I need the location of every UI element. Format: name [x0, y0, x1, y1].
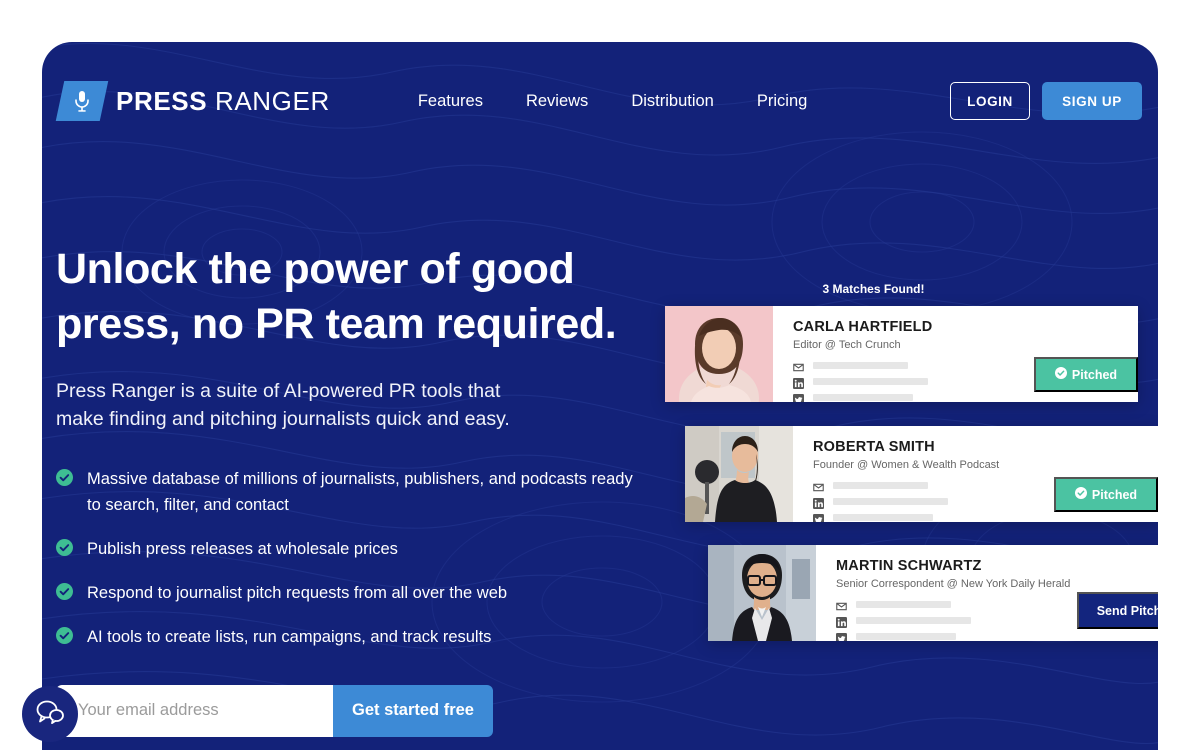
- brand-name-light: RANGER: [214, 86, 330, 116]
- email-signup-form: Get started free: [56, 684, 493, 737]
- send-pitch-button[interactable]: Send Pitch: [1077, 592, 1158, 629]
- redacted-value: [856, 633, 956, 640]
- nav-actions: LOGIN SIGN UP: [950, 82, 1142, 120]
- pitched-button-label: Pitched: [1091, 487, 1138, 502]
- avatar: [685, 426, 793, 522]
- check-circle-icon: [56, 538, 73, 561]
- email-icon: [793, 360, 804, 372]
- linkedin-icon: [836, 615, 847, 628]
- redacted-value: [833, 498, 948, 505]
- journalist-role: Editor @ Tech Crunch: [793, 339, 901, 351]
- journalist-card[interactable]: ROBERTA SMITH Founder @ Women & Wealth P…: [685, 426, 1158, 522]
- avatar: [708, 545, 816, 641]
- redacted-value: [833, 482, 928, 489]
- page-title: Unlock the power of good press, no PR te…: [56, 242, 636, 352]
- redacted-value: [813, 378, 928, 385]
- hero-copy: Unlock the power of good press, no PR te…: [56, 242, 636, 737]
- twitter-icon: [836, 631, 847, 641]
- feature-list: Massive database of millions of journali…: [56, 467, 636, 649]
- redacted-value: [833, 514, 933, 521]
- journalist-role: Founder @ Women & Wealth Podcast: [813, 459, 1000, 471]
- contact-row-twitter: [813, 512, 1144, 522]
- list-item: Massive database of millions of journali…: [56, 467, 636, 517]
- journalist-role: Senior Correspondent @ New York Daily He…: [836, 578, 1071, 590]
- subhead-line-1: Press Ranger is a suite of AI-powered PR…: [56, 380, 501, 403]
- chat-widget-button[interactable]: [22, 686, 78, 742]
- nav-item-distribution[interactable]: Distribution: [631, 92, 714, 111]
- contact-row-twitter: [793, 392, 1124, 402]
- check-circle-icon: [56, 469, 73, 491]
- journalist-cards-showcase: 3 Matches Found! CARLA HARTFIELD Editor …: [607, 282, 1158, 641]
- avatar: [665, 306, 773, 402]
- list-item-label: Publish press releases at wholesale pric…: [87, 539, 398, 558]
- hero-subheading: Press Ranger is a suite of AI-powered PR…: [56, 378, 636, 433]
- nav-item-pricing[interactable]: Pricing: [757, 92, 807, 111]
- nav-item-features[interactable]: Features: [418, 92, 483, 111]
- linkedin-icon: [813, 496, 824, 509]
- list-item: Publish press releases at wholesale pric…: [56, 537, 636, 562]
- journalist-name: ROBERTA SMITH: [813, 439, 935, 455]
- nav-links: Features Reviews Distribution Pricing: [418, 92, 807, 111]
- journalist-info: ROBERTA SMITH Founder @ Women & Wealth P…: [793, 426, 1158, 522]
- check-circle-icon: [56, 582, 73, 605]
- journalist-info: CARLA HARTFIELD Editor @ Tech Crunch Pit…: [773, 306, 1138, 402]
- pitched-button[interactable]: Pitched: [1034, 357, 1138, 392]
- email-icon: [813, 480, 824, 492]
- contact-row-twitter: [836, 631, 1158, 641]
- list-item-label: Respond to journalist pitch requests fro…: [87, 583, 508, 602]
- headline-line-2: press, no PR team required.: [56, 300, 617, 349]
- linkedin-icon: [793, 376, 804, 389]
- list-item: Respond to journalist pitch requests fro…: [56, 581, 636, 606]
- list-item: AI tools to create lists, run campaigns,…: [56, 625, 636, 650]
- email-icon: [836, 599, 847, 611]
- brand-name: PRESS RANGER: [116, 88, 330, 114]
- twitter-icon: [813, 512, 824, 522]
- redacted-value: [856, 617, 971, 624]
- brand-logo[interactable]: PRESS RANGER: [55, 81, 330, 121]
- journalist-name: MARTIN SCHWARTZ: [836, 558, 982, 574]
- matches-found-label: 3 Matches Found!: [822, 282, 925, 296]
- email-field[interactable]: [56, 684, 333, 737]
- hero-panel: PRESS RANGER Features Reviews Distributi…: [42, 42, 1158, 750]
- subhead-line-2: make finding and pitching journalists qu…: [56, 407, 510, 430]
- check-circle-icon: [56, 626, 73, 649]
- chat-bubbles-icon: [35, 699, 65, 730]
- get-started-button[interactable]: Get started free: [333, 684, 493, 737]
- journalist-card[interactable]: CARLA HARTFIELD Editor @ Tech Crunch Pit…: [665, 306, 1138, 402]
- nav-item-reviews[interactable]: Reviews: [526, 92, 588, 111]
- twitter-icon: [793, 392, 804, 402]
- check-badge-icon: [1074, 487, 1087, 502]
- journalist-info: MARTIN SCHWARTZ Senior Correspondent @ N…: [816, 545, 1158, 641]
- brand-name-bold: PRESS: [116, 86, 208, 116]
- page-root: PRESS RANGER Features Reviews Distributi…: [0, 0, 1200, 750]
- list-item-label: Massive database of millions of journali…: [87, 470, 633, 514]
- redacted-value: [813, 362, 908, 369]
- redacted-value: [813, 394, 913, 401]
- login-button[interactable]: LOGIN: [950, 82, 1030, 120]
- microphone-icon: [55, 81, 109, 121]
- headline-line-1: Unlock the power of good: [56, 245, 575, 293]
- pitched-button[interactable]: Pitched: [1054, 477, 1158, 512]
- pitched-button-label: Pitched: [1071, 367, 1118, 382]
- check-badge-icon: [1054, 367, 1067, 382]
- redacted-value: [856, 601, 951, 608]
- journalist-name: CARLA HARTFIELD: [793, 319, 933, 335]
- list-item-label: AI tools to create lists, run campaigns,…: [87, 627, 492, 646]
- journalist-card[interactable]: MARTIN SCHWARTZ Senior Correspondent @ N…: [708, 545, 1158, 641]
- top-navigation: PRESS RANGER Features Reviews Distributi…: [42, 42, 1158, 160]
- signup-button[interactable]: SIGN UP: [1042, 82, 1142, 120]
